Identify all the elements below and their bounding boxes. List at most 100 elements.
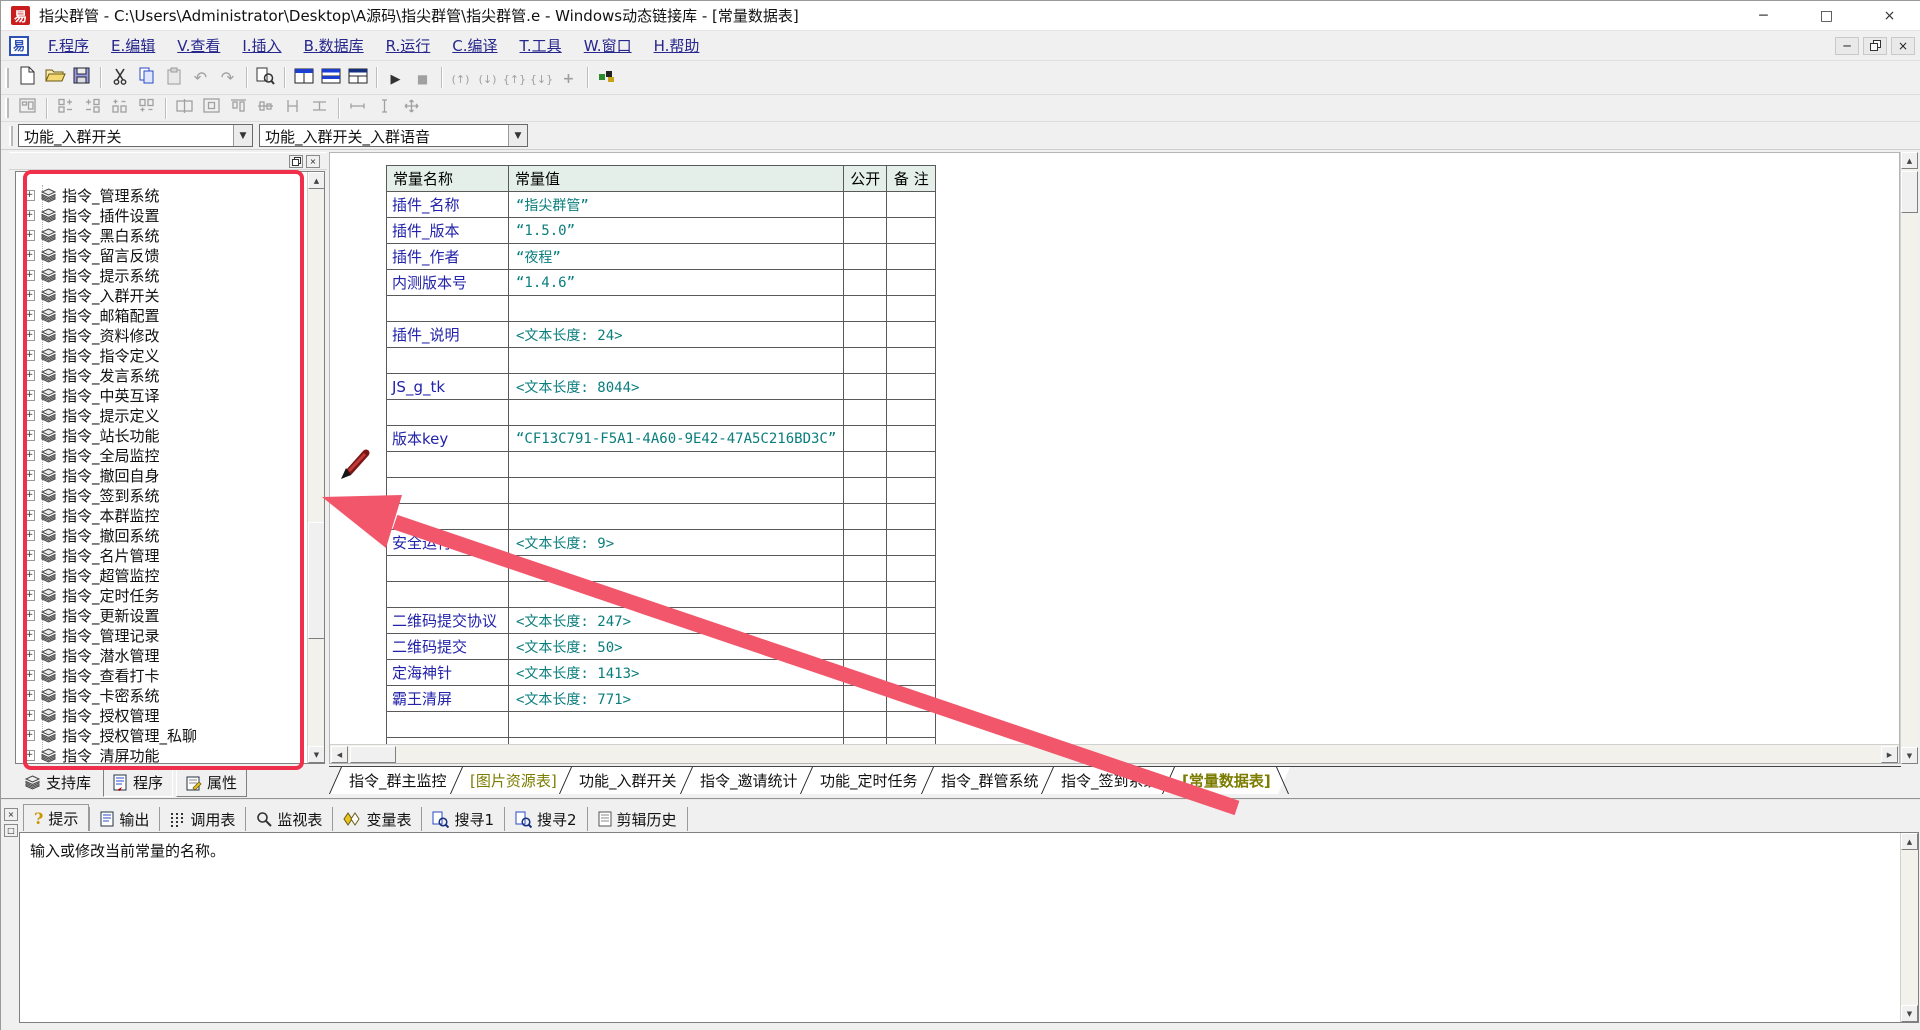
expand-plus-icon[interactable]: + — [24, 370, 35, 381]
debug-palette-button[interactable] — [593, 65, 620, 91]
open-file-button[interactable] — [41, 65, 68, 91]
constant-name-cell[interactable]: 定海神针 — [387, 660, 509, 686]
constant-value-cell[interactable]: “夜程” — [509, 244, 844, 270]
constant-note-cell[interactable] — [887, 556, 936, 582]
constant-value-cell[interactable] — [509, 348, 844, 374]
sheet-tab[interactable]: [常量数据表] — [1162, 767, 1290, 794]
constant-value-cell[interactable]: <文本长度: 50> — [509, 634, 844, 660]
constant-value-cell[interactable] — [509, 296, 844, 322]
constant-name-cell[interactable]: 插件_说明 — [387, 322, 509, 348]
tree-item[interactable]: +指令_撤回系统 — [24, 525, 160, 545]
expand-plus-icon[interactable]: + — [24, 310, 35, 321]
constant-value-cell[interactable] — [509, 556, 844, 582]
constant-value-cell[interactable]: <文本长度: 1413> — [509, 660, 844, 686]
expand-plus-icon[interactable]: + — [24, 550, 35, 561]
expand-plus-icon[interactable]: + — [24, 270, 35, 281]
tree-item[interactable]: +指令_提示定义 — [24, 405, 160, 425]
expand-plus-icon[interactable]: + — [24, 710, 35, 721]
tree-item[interactable]: +指令_邮箱配置 — [24, 305, 160, 325]
scroll-down-button[interactable]: ▼ — [308, 746, 325, 763]
constant-name-cell[interactable]: 安全运行 — [387, 530, 509, 556]
panel-restore-button[interactable] — [289, 155, 303, 168]
step-over-button[interactable]: (↑) — [447, 65, 474, 91]
tree-item[interactable]: +指令_撤回自身 — [24, 465, 160, 485]
tree-item[interactable]: +指令_管理系统 — [24, 185, 160, 205]
constant-name-cell[interactable]: 插件_版本 — [387, 218, 509, 244]
mdi-close-button[interactable]: × — [1891, 37, 1915, 55]
mdi-minimize-button[interactable]: ─ — [1835, 37, 1859, 55]
menu-item-3[interactable]: I.插入 — [231, 32, 292, 59]
output-tab-搜寻1[interactable]: 搜寻1 — [422, 807, 505, 831]
constant-name-cell[interactable] — [387, 582, 509, 608]
constant-public-cell[interactable] — [844, 582, 887, 608]
chevron-down-icon[interactable]: ▼ — [508, 125, 527, 146]
constant-value-cell[interactable]: “1.4.6” — [509, 270, 844, 296]
constant-note-cell[interactable] — [887, 400, 936, 426]
constant-public-cell[interactable] — [844, 374, 887, 400]
constant-public-cell[interactable] — [844, 348, 887, 374]
tile-horizontal-button[interactable] — [317, 65, 344, 91]
module-combobox[interactable]: 功能_入群开关 ▼ — [18, 124, 253, 147]
menu-item-5[interactable]: R.运行 — [375, 32, 442, 59]
tree-item[interactable]: +指令_查看打卡 — [24, 665, 160, 685]
constant-name-cell[interactable]: 二维码提交 — [387, 634, 509, 660]
output-restore-button[interactable]: □ — [4, 824, 18, 837]
constant-note-cell[interactable] — [887, 374, 936, 400]
tree-item[interactable]: +指令_名片管理 — [24, 545, 160, 565]
scroll-up-button[interactable]: ▲ — [1901, 833, 1918, 850]
expand-plus-icon[interactable]: + — [24, 570, 35, 581]
find-button[interactable] — [252, 65, 279, 91]
tree-item[interactable]: +指令_入群开关 — [24, 285, 160, 305]
scroll-thumb[interactable] — [350, 746, 396, 763]
constant-public-cell[interactable] — [844, 608, 887, 634]
constant-note-cell[interactable] — [887, 244, 936, 270]
scroll-down-button[interactable]: ▼ — [1901, 1005, 1918, 1022]
constant-name-cell[interactable]: 插件_名称 — [387, 192, 509, 218]
constant-public-cell[interactable] — [844, 478, 887, 504]
redo-button[interactable]: ↷ — [214, 65, 241, 91]
constant-public-cell[interactable] — [844, 686, 887, 712]
constant-value-cell[interactable] — [509, 712, 844, 738]
constant-value-cell[interactable]: <文本长度: 9> — [509, 530, 844, 556]
tree-item[interactable]: +指令_授权管理_私聊 — [24, 725, 197, 745]
new-file-button[interactable] — [14, 65, 41, 91]
expand-plus-icon[interactable]: + — [24, 510, 35, 521]
expand-plus-icon[interactable]: + — [24, 190, 35, 201]
menu-item-0[interactable]: F.程序 — [37, 32, 100, 59]
expand-plus-icon[interactable]: + — [24, 290, 35, 301]
tree-item[interactable]: +指令_资料修改 — [24, 325, 160, 345]
scroll-left-button[interactable]: ◀ — [331, 746, 348, 763]
tree-item[interactable]: +指令_卡密系统 — [24, 685, 160, 705]
tree-scrollbar[interactable]: ▲ ▼ — [307, 172, 325, 763]
constant-public-cell[interactable] — [844, 504, 887, 530]
constant-name-cell[interactable] — [387, 478, 509, 504]
constant-name-cell[interactable]: 插件_作者 — [387, 244, 509, 270]
center-in-form-button[interactable] — [198, 95, 225, 121]
menu-item-2[interactable]: V.查看 — [166, 32, 231, 59]
tree-item[interactable]: +指令_全局监控 — [24, 445, 160, 465]
constant-name-cell[interactable]: 版本key — [387, 426, 509, 452]
expand-plus-icon[interactable]: + — [24, 350, 35, 361]
constant-value-cell[interactable] — [509, 452, 844, 478]
expand-plus-icon[interactable]: + — [24, 670, 35, 681]
constant-note-cell[interactable] — [887, 660, 936, 686]
menu-item-8[interactable]: W.窗口 — [573, 32, 643, 59]
tree-item[interactable]: +指令_指令定义 — [24, 345, 160, 365]
expand-plus-icon[interactable]: + — [24, 610, 35, 621]
menu-item-4[interactable]: B.数据库 — [293, 32, 375, 59]
output-tab-提示[interactable]: ?提示 — [23, 804, 89, 831]
constant-value-cell[interactable]: “CF13C791-F5A1-4A60-9E42-47A5C216BD3C” — [509, 426, 844, 452]
constant-note-cell[interactable] — [887, 634, 936, 660]
align-top-button[interactable] — [225, 95, 252, 121]
add-bottom-button[interactable] — [133, 95, 160, 121]
constant-public-cell[interactable] — [844, 400, 887, 426]
run-button[interactable]: ▶ — [382, 65, 409, 91]
expand-plus-icon[interactable]: + — [24, 690, 35, 701]
expand-plus-icon[interactable]: + — [24, 590, 35, 601]
constant-name-cell[interactable] — [387, 348, 509, 374]
constant-public-cell[interactable] — [844, 452, 887, 478]
same-size-button[interactable] — [398, 95, 425, 121]
scroll-right-button[interactable]: ▶ — [1881, 746, 1898, 763]
scroll-up-button[interactable]: ▲ — [308, 172, 325, 189]
expand-plus-icon[interactable]: + — [24, 330, 35, 341]
